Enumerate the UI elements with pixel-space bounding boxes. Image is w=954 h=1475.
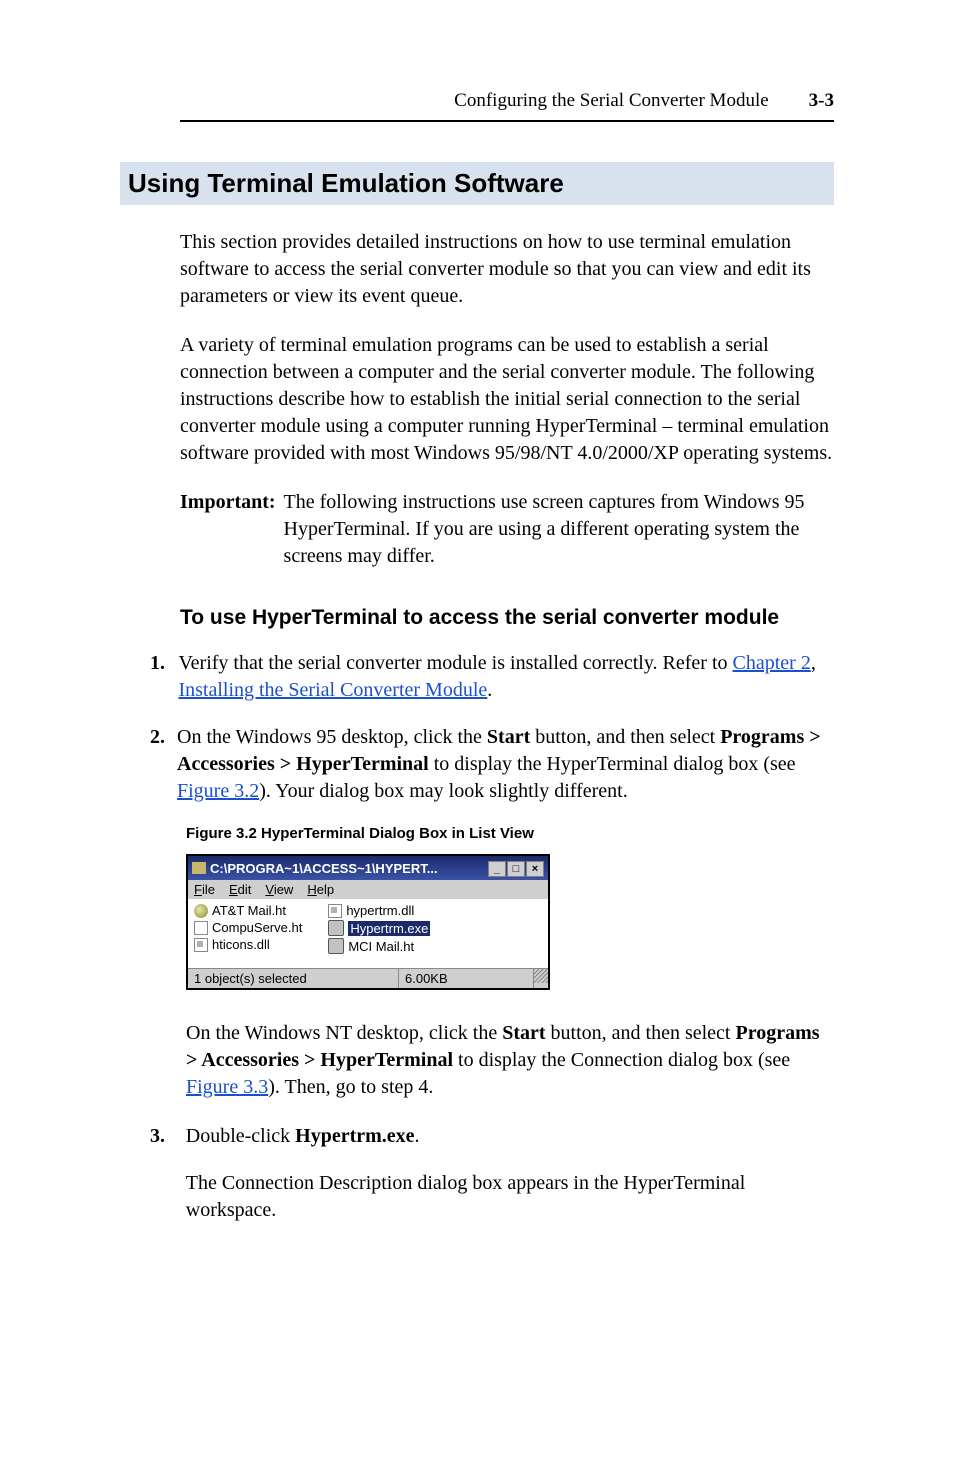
menu-help[interactable]: Help [307,882,334,897]
menu-edit[interactable]: Edit [229,882,251,897]
important-label: Important: [180,489,276,570]
step-2-number: 2. [150,724,165,805]
step-2: 2. On the Windows 95 desktop, click the … [150,724,834,805]
link-installing[interactable]: Installing the Serial Converter Module [178,679,487,701]
close-button[interactable]: × [526,861,544,877]
header-title: Configuring the Serial Converter Module [454,90,769,112]
step-2-nt-note: On the Windows NT desktop, click the Sta… [186,1020,834,1101]
minimize-button[interactable]: _ [488,861,506,877]
important-note: Important: The following instructions us… [180,489,834,570]
step-3-body: Double-click Hypertrm.exe. The Connectio… [186,1123,834,1224]
title-bar-text: C:\PROGRA~1\ACCESS~1\HYPERT... [210,861,438,876]
window-controls: _□× [487,860,544,877]
step-1-body: Verify that the serial converter module … [178,650,834,704]
document-icon [194,921,208,935]
phone-icon [328,938,344,954]
intro-paragraph-2: A variety of terminal emulation programs… [180,332,834,467]
phone-icon [328,920,344,936]
file-hypertrm-exe[interactable]: Hypertrm.exe [328,920,430,936]
subsection-heading: To use HyperTerminal to access the seria… [180,606,834,630]
menu-view[interactable]: View [265,882,293,897]
maximize-button[interactable]: □ [507,861,525,877]
link-chapter-2[interactable]: Chapter 2 [733,652,811,674]
figure-caption: Figure 3.2 HyperTerminal Dialog Box in L… [186,825,834,842]
section-heading: Using Terminal Emulation Software [120,162,834,205]
dll-icon [328,904,342,918]
folder-icon [192,862,206,874]
step-3: 3. Double-click Hypertrm.exe. The Connec… [150,1123,834,1224]
intro-paragraph-1: This section provides detailed instructi… [180,229,834,310]
page-number: 3-3 [809,90,834,112]
step-1-number: 1. [150,650,166,704]
resize-grip-icon[interactable] [534,969,548,983]
title-bar: C:\PROGRA~1\ACCESS~1\HYPERT... _□× [188,856,548,880]
file-hticons[interactable]: hticons.dll [194,937,302,952]
step-3-result: The Connection Description dialog box ap… [186,1170,834,1224]
important-text: The following instructions use screen ca… [284,489,834,570]
file-att-mail[interactable]: AT&T Mail.ht [194,903,302,918]
link-figure-3-2[interactable]: Figure 3.2 [177,780,259,802]
step-2-body: On the Windows 95 desktop, click the Sta… [177,724,834,805]
status-bar: 1 object(s) selected 6.00KB [188,968,548,988]
step-3-number: 3. [150,1123,174,1224]
menu-bar: File Edit View Help [188,880,548,899]
status-selection: 1 object(s) selected [188,969,399,988]
status-size: 6.00KB [399,969,534,988]
page-header: Configuring the Serial Converter Module … [180,90,834,122]
hyperterminal-dialog: C:\PROGRA~1\ACCESS~1\HYPERT... _□× File … [186,854,550,990]
file-mci-mail[interactable]: MCI Mail.ht [328,938,430,954]
file-hypertrm-dll[interactable]: hypertrm.dll [328,903,430,918]
link-figure-3-3[interactable]: Figure 3.3 [186,1076,268,1098]
file-compuserve[interactable]: CompuServe.ht [194,920,302,935]
menu-file[interactable]: File [194,882,215,897]
dll-icon [194,938,208,952]
globe-icon [194,904,208,918]
file-list: AT&T Mail.ht CompuServe.ht hticons.dll h… [188,899,548,968]
step-1: 1. Verify that the serial converter modu… [150,650,834,704]
